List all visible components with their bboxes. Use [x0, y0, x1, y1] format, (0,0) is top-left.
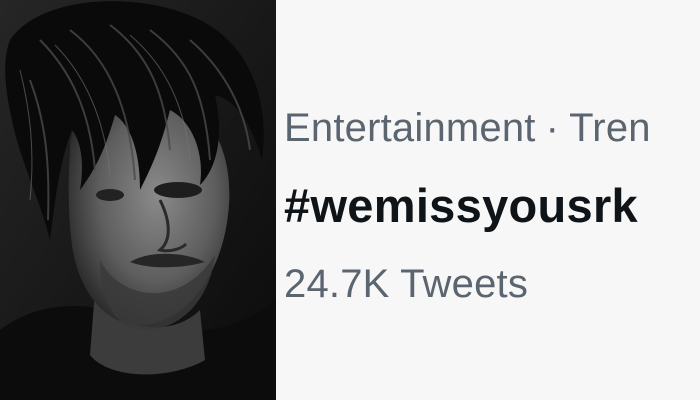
trend-separator: ·: [545, 106, 560, 150]
portrait-photo: [0, 0, 276, 400]
trend-category-line: Entertainment · Tren: [284, 104, 651, 152]
trending-topic-card[interactable]: Entertainment · Tren #wemissyousrk 24.7K T…: [276, 0, 700, 400]
trend-category: Entertainment: [284, 106, 536, 150]
trend-tweet-count: 24.7K Tweets: [284, 262, 529, 306]
portrait-illustration: [0, 0, 276, 400]
trend-context: Tren: [569, 106, 651, 150]
collage-frame: Entertainment · Tren #wemissyousrk 24.7K T…: [0, 0, 700, 400]
trend-hashtag[interactable]: #wemissyousrk: [284, 178, 638, 234]
